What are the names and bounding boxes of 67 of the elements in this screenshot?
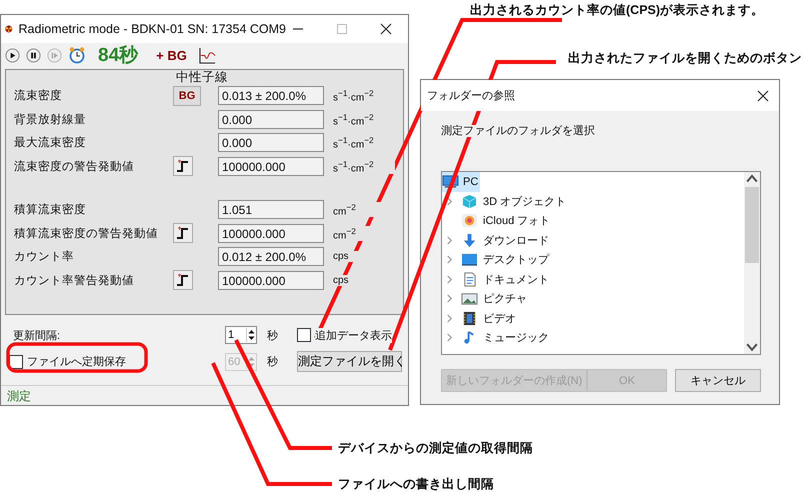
unit-label: 秒 [266,328,279,342]
timer-text: 84秒 [98,44,138,68]
dialog-prompt: 測定ファイルのフォルダを選択 [441,125,595,137]
annotation-text: 出力されるカウント率の値(CPS)が表示されます。 [470,2,764,19]
chevron-icon[interactable] [446,196,453,206]
step-threshold-icon [176,273,190,288]
field-label: 最大流束密度 [14,135,87,150]
chevron-icon[interactable] [446,236,453,245]
group-title: 中性子線 [176,70,229,84]
close-icon[interactable] [380,23,392,35]
value-field: 100000.000 [218,156,324,176]
chart-icon[interactable] [198,46,216,64]
step-threshold-icon [176,159,190,174]
tree-item[interactable]: ドキュメント [442,270,744,289]
field-label: 背景放射線量 [14,112,87,127]
field-label: カウント率 [14,250,75,264]
field-label: 流束密度 [14,88,63,104]
chevron-icon[interactable] [446,314,453,323]
tree-item[interactable]: iCloud フォト [442,211,744,230]
tree-item[interactable]: ビデオ [442,308,744,328]
background-toggle[interactable]: + BG [156,48,187,62]
value-field: 100000.000 [218,224,324,243]
step-threshold-icon [176,226,190,240]
scrollbar[interactable] [744,172,760,354]
chevron-icon[interactable] [446,333,453,342]
dialog-button[interactable]: キャンセル [675,369,761,392]
field-label: 流束密度の警告発動値 [14,159,135,174]
value-field: 0.000 [218,110,324,129]
status-bar: 測定 [1,385,408,405]
tree-item[interactable]: ピクチャ [442,289,744,308]
field-label: 積算流束密度の警告発動値 [14,226,159,241]
spin-arrows-icon[interactable] [246,328,256,342]
chevron-icon[interactable] [446,274,453,284]
field-label: カウント率警告発動値 [14,274,135,288]
chevron-icon[interactable] [446,294,453,304]
value-field: 0.013 ± 200.0% [218,86,324,106]
background-button[interactable]: BG [173,86,201,106]
value-field: 100000.000 [218,270,324,290]
chevron-icon[interactable] [446,255,453,264]
tree-item[interactable]: ミュージック [442,328,744,348]
alarm-threshold-button[interactable] [173,156,193,176]
dialog-title: フォルダーの参照 [427,88,515,103]
annotation-text: デバイスからの測定値の取得間隔 [338,440,533,457]
value-field: 0.012 ± 200.0% [218,247,324,266]
alarm-clock-icon[interactable] [68,46,86,64]
save-to-file-checkbox[interactable]: ファイルへ定期保存 [9,354,225,369]
pause-icon[interactable] [26,48,41,62]
tree-item[interactable]: 3D オブジェクト [442,192,744,211]
interval-spinner[interactable]: 1 [225,326,257,344]
unit-label: 秒 [266,355,279,369]
alarm-threshold-button[interactable] [173,223,193,244]
scroll-down-icon[interactable] [744,341,760,354]
alarm-threshold-button[interactable] [173,270,193,290]
close-icon[interactable] [757,90,769,102]
window-title: Radiometric mode - BDKN-01 SN: 17354 COM9 [18,22,286,36]
open-file-button[interactable]: 測定ファイルを開く [297,351,402,372]
annotation-text: 出力されたファイルを開くためのボタン [568,50,802,67]
interval-label: 更新間隔: [13,328,62,342]
value-field: 0.000 [218,133,324,152]
tree-item[interactable]: ダウンロード [442,230,744,250]
unit-label: s$^{−1}$·cm$^{−2}$ [331,158,395,174]
annotation-text: ファイルへの書き出し間隔 [338,476,494,492]
field-label: 積算流束密度 [14,202,87,218]
scroll-up-icon[interactable] [744,172,760,185]
play-icon[interactable] [5,48,20,62]
value-field: 1.051 [218,200,324,220]
tree-item[interactable]: デスクトップ [442,250,744,270]
